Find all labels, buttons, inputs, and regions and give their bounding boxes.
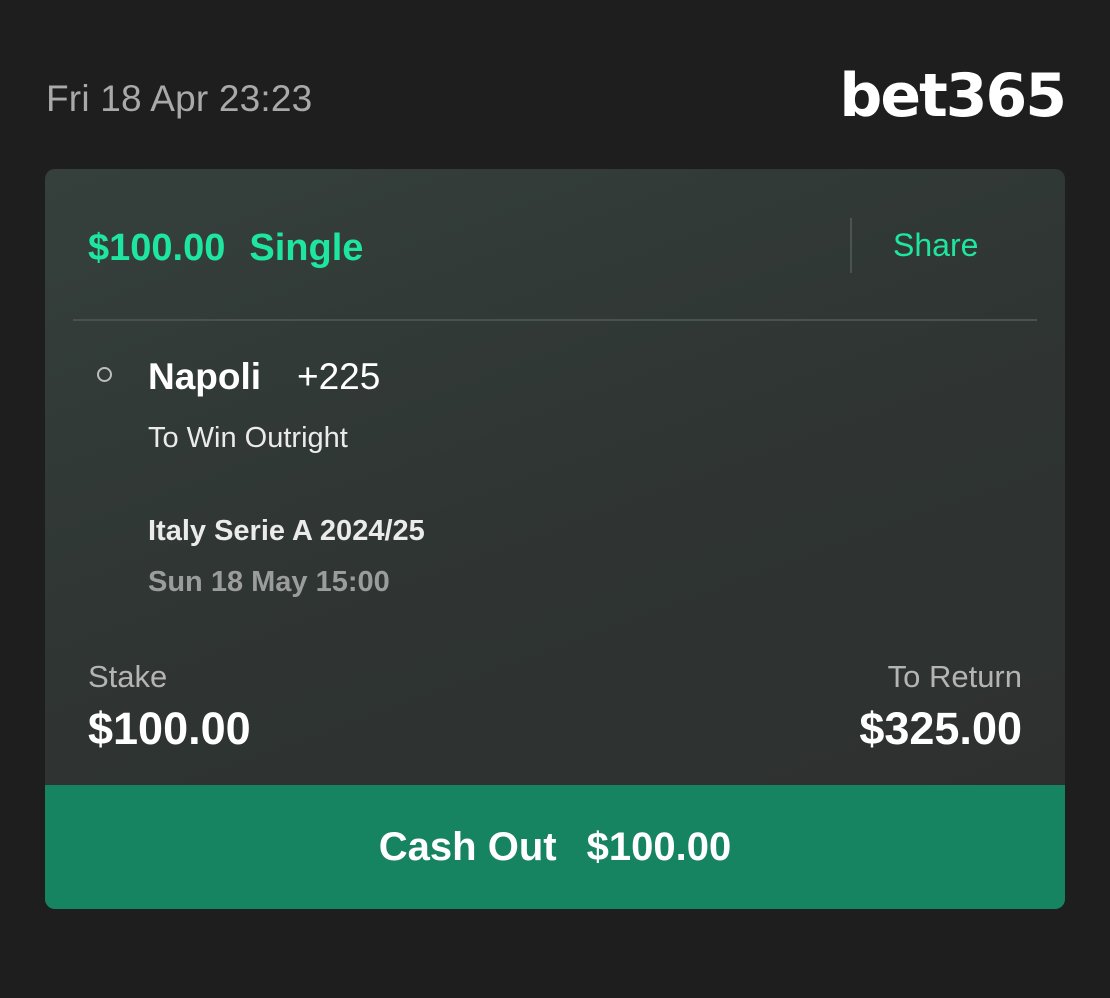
selection-status-icon	[97, 367, 112, 382]
selection-name: Napoli	[148, 356, 262, 397]
market-name: To Win Outright	[148, 422, 348, 454]
bet-datetime: Fri 18 Apr 23:23	[46, 78, 313, 119]
return-label: To Return	[887, 659, 1022, 694]
selection-odds: +225	[297, 356, 381, 397]
bet-card: $100.00 Single Share Napoli +225 To Win O…	[45, 169, 1065, 909]
cash-out-label: Cash Out	[378, 824, 557, 869]
cash-out-amount: $100.00	[586, 824, 732, 869]
competition-name: Italy Serie A 2024/25	[148, 515, 425, 547]
top-bar: Fri 18 Apr 23:23 bet365	[46, 66, 1067, 130]
bet-title: $100.00 Single	[88, 227, 363, 270]
return-value: $325.00	[859, 703, 1022, 754]
bet-card-header: $100.00 Single Share	[45, 169, 1065, 320]
stake-label: Stake	[88, 659, 168, 694]
stake-value: $100.00	[88, 703, 251, 754]
header-divider	[850, 218, 852, 273]
card-divider	[73, 319, 1037, 321]
share-button[interactable]: Share	[893, 227, 978, 264]
event-date: Sun 18 May 15:00	[148, 566, 390, 598]
bet365-logo: bet365	[839, 61, 1067, 131]
bet-type: Single	[249, 227, 364, 269]
bet-stake-amount: $100.00	[88, 227, 226, 269]
cash-out-button[interactable]: Cash Out $100.00	[45, 785, 1065, 909]
